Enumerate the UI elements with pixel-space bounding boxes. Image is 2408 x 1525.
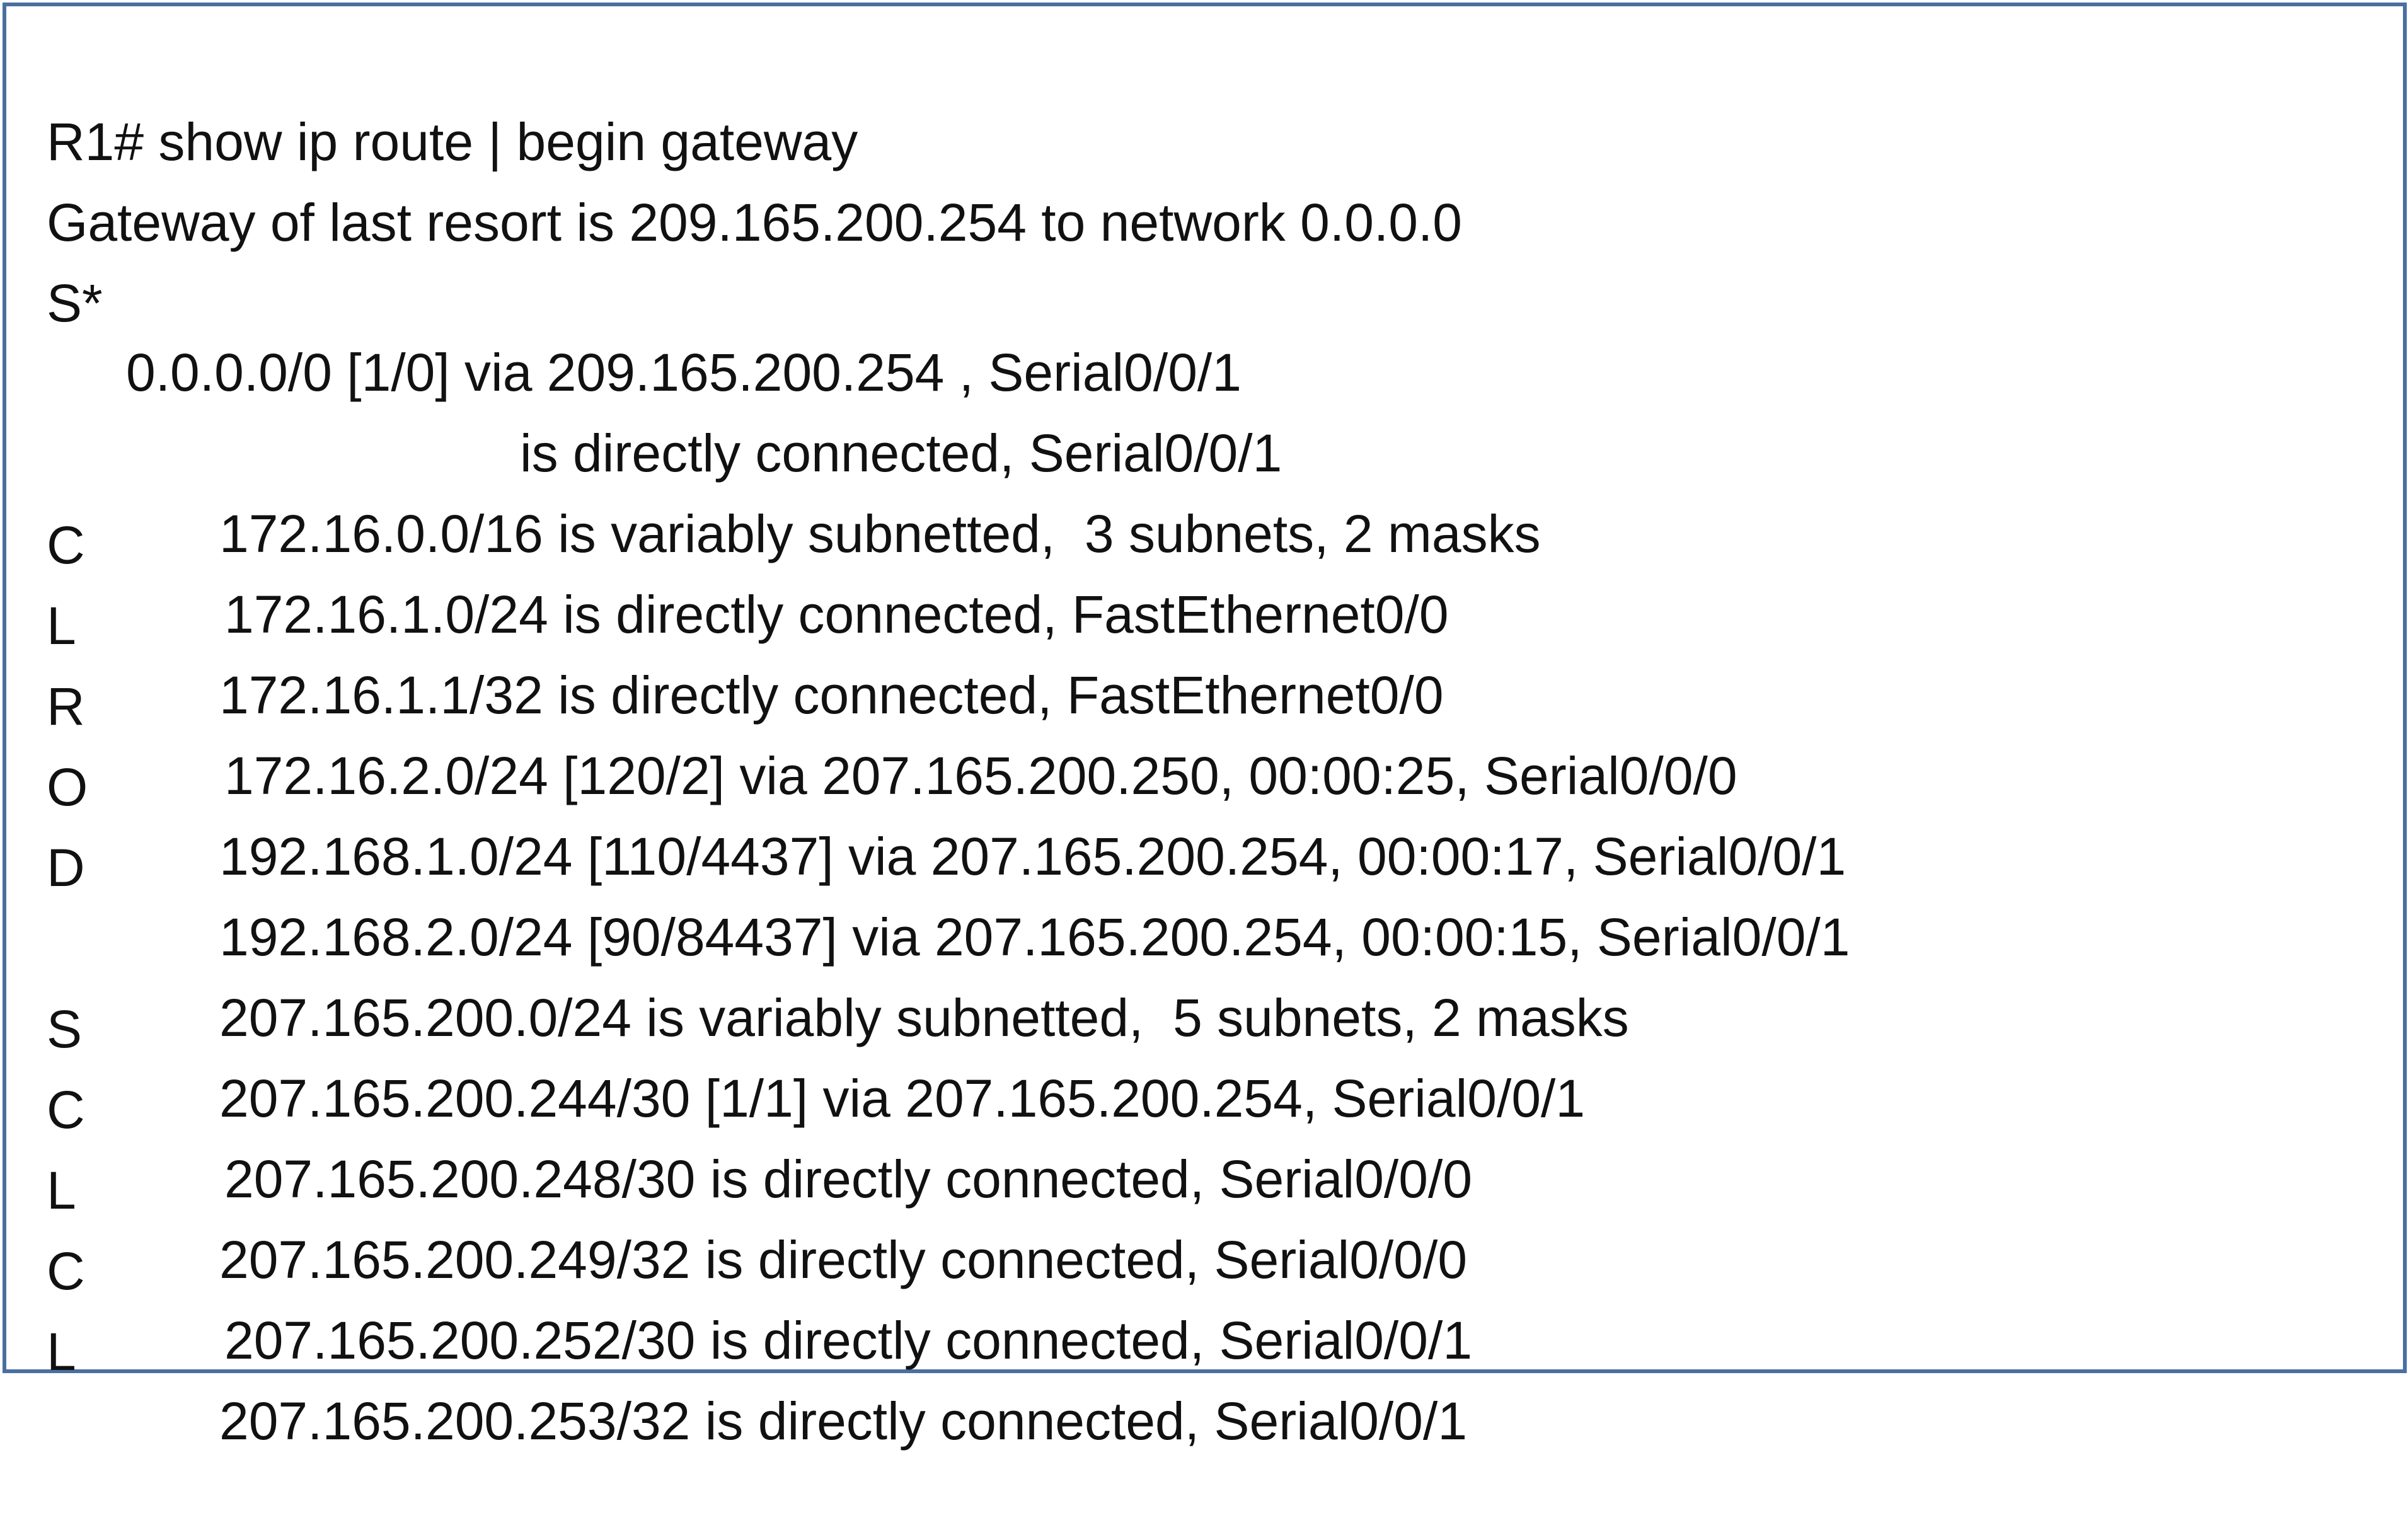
route-row: L 172.16.1.1/32 is directly connected, F… (6, 522, 1444, 725)
routing-table-output: R1# show ip route | begin gateway Gatewa… (3, 3, 2407, 1451)
command-line: R1# show ip route | begin gateway (6, 38, 858, 171)
route-text: 207.165.200.252/30 is directly connected… (224, 1311, 1473, 1370)
route-row: is directly connected, Serial0/0/1 (6, 280, 1282, 483)
route-row: S 207.165.200.244/30 [1/1] via 207.165.2… (6, 925, 1585, 1128)
route-row: C 207.165.200.252/30 is directly connect… (6, 1167, 1472, 1370)
route-code: L (47, 1322, 76, 1381)
route-text: 172.16.0.0/16 is variably subnetted, 3 s… (219, 504, 1541, 563)
route-text: 207.165.200.249/32 is directly connected… (219, 1230, 1468, 1289)
route-row: D 192.168.2.0/24 [90/84437] via 207.165.… (6, 764, 1850, 967)
route-text: 172.16.1.1/32 is directly connected, Fas… (219, 665, 1444, 725)
route-text: 207.165.200.248/30 is directly connected… (224, 1149, 1473, 1209)
route-row: S* 0.0.0.0/0 [1/0] via 209.165.200.254 ,… (6, 199, 1241, 402)
route-text: 207.165.200.0/24 is variably subnetted, … (219, 988, 1629, 1047)
route-row: 172.16.0.0/16 is variably subnetted, 3 s… (6, 360, 1541, 563)
command-text: R1# show ip route | begin gateway (47, 112, 858, 171)
route-text: 192.168.1.0/24 [110/4437] via 207.165.20… (219, 827, 1846, 886)
route-row: L 207.165.200.249/32 is directly connect… (6, 1086, 1467, 1289)
route-text: is directly connected, Serial0/0/1 (520, 423, 1282, 483)
gateway-text: Gateway of last resort is 209.165.200.25… (47, 193, 1463, 252)
route-text: 0.0.0.0/0 [1/0] via 209.165.200.254 , Se… (126, 343, 1241, 402)
route-text: 192.168.2.0/24 [90/84437] via 207.165.20… (219, 907, 1850, 967)
route-row: L 207.165.200.253/32 is directly connect… (6, 1248, 1467, 1451)
route-row: 207.165.200.0/24 is variably subnetted, … (6, 844, 1629, 1047)
gateway-line: Gateway of last resort is 209.165.200.25… (6, 118, 1462, 252)
route-text: 207.165.200.253/32 is directly connected… (219, 1391, 1468, 1451)
route-row: O 192.168.1.0/24 [110/4437] via 207.165.… (6, 683, 1846, 886)
route-row: C 172.16.1.0/24 is directly connected, F… (6, 441, 1449, 644)
route-text: 207.165.200.244/30 [1/1] via 207.165.200… (219, 1069, 1586, 1128)
route-text: 172.16.1.0/24 is directly connected, Fas… (224, 585, 1449, 644)
route-text: 172.16.2.0/24 [120/2] via 207.165.200.25… (224, 746, 1737, 805)
route-row: R 172.16.2.0/24 [120/2] via 207.165.200.… (6, 602, 1737, 805)
route-row: C 207.165.200.248/30 is directly connect… (6, 1006, 1472, 1209)
